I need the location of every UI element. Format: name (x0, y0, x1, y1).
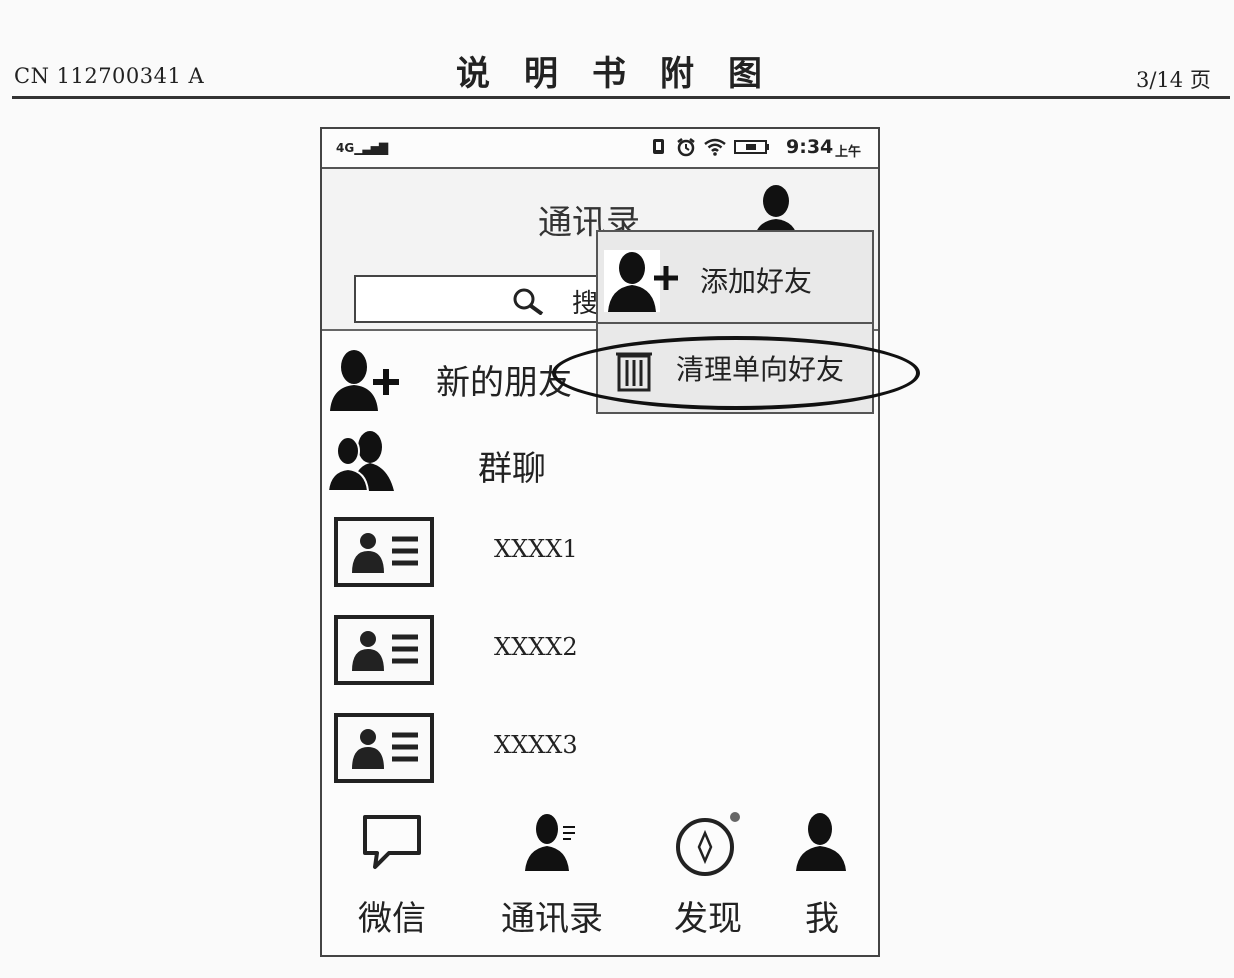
tab-contacts[interactable]: 通讯录 (482, 801, 622, 951)
contact-name: XXXX1 (494, 535, 578, 563)
tab-label: 我 (805, 899, 839, 939)
contact-row[interactable]: XXXX2 (334, 615, 854, 689)
group-chat-row[interactable]: 群聊 (328, 429, 628, 495)
search-icon (513, 288, 544, 315)
highlight-ellipse (552, 336, 920, 410)
battery-icon (734, 140, 769, 154)
status-bar: 4G▁▃▅▇ 9:34 上午 (322, 129, 878, 169)
signal-indicator: 4G▁▃▅▇ (336, 141, 388, 155)
wifi-icon (704, 138, 726, 156)
add-user-icon (604, 250, 678, 312)
page-number: 3/14 页 (1136, 68, 1211, 92)
tab-chats[interactable]: 微信 (332, 801, 452, 951)
tab-label: 通讯录 (501, 899, 603, 939)
new-friends-label: 新的朋友 (436, 363, 572, 403)
clock: 9:34 (786, 136, 834, 158)
tab-label: 微信 (358, 899, 426, 939)
contact-row[interactable]: XXXX1 (334, 517, 854, 591)
group-chat-icon (328, 431, 394, 492)
figure-page-title: 说明书附图 (456, 54, 796, 94)
tab-me[interactable]: 我 (772, 801, 872, 951)
user-icon (796, 813, 846, 871)
document-number: CN 112700341 A (14, 64, 205, 88)
compass-icon (676, 812, 740, 876)
network-label: 4G (336, 141, 355, 155)
signal-bars-icon: ▁▃▅▇ (354, 141, 388, 155)
tab-label: 发现 (674, 899, 742, 939)
contact-card-icon (334, 615, 434, 685)
contact-name: XXXX3 (494, 731, 578, 759)
menu-item-add-friend[interactable]: 添加好友 (598, 232, 874, 324)
bottom-tab-bar: 微信 通讯录 发现 我 (322, 801, 878, 951)
header-rule (12, 96, 1230, 99)
group-chat-label: 群聊 (478, 449, 546, 489)
contacts-icon (525, 814, 575, 871)
tab-discover[interactable]: 发现 (648, 801, 768, 951)
contact-card-icon (334, 713, 434, 783)
menu-item-label: 添加好友 (700, 265, 813, 298)
add-friend-icon (330, 350, 399, 411)
phone-icon (653, 139, 664, 154)
status-icons (650, 137, 770, 157)
search-placeholder: 搜 (572, 289, 599, 319)
contact-row[interactable]: XXXX3 (334, 713, 854, 787)
contact-name: XXXX2 (494, 633, 578, 661)
contact-card-icon (334, 517, 434, 587)
clock-ampm: 上午 (835, 145, 862, 160)
alarm-icon (677, 138, 695, 157)
chat-bubble-icon (363, 815, 421, 869)
search-input[interactable]: 搜 (354, 275, 608, 323)
